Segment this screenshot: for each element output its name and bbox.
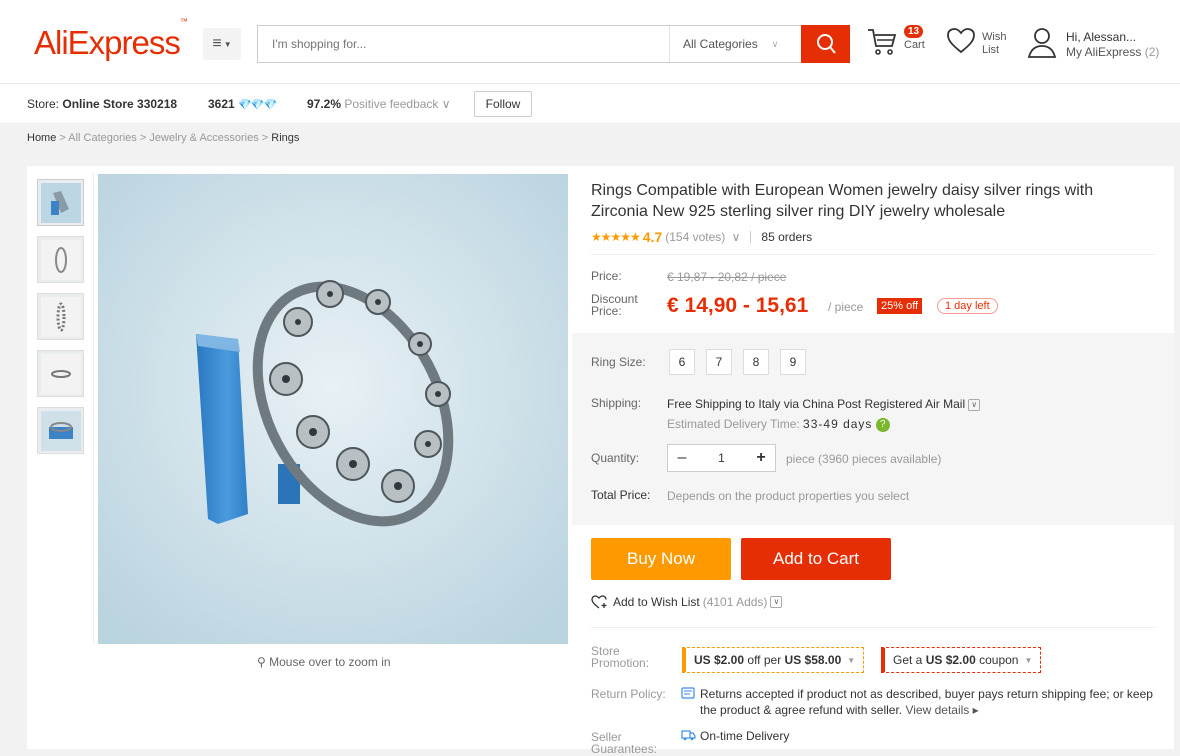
- delivery-truck-icon: [681, 730, 696, 741]
- caret-down-icon: ▼: [847, 655, 856, 665]
- store-promotion-label: Store Promotion:: [591, 644, 650, 670]
- quantity-label: Quantity:: [591, 451, 640, 465]
- breadcrumb-rings[interactable]: Rings: [271, 132, 299, 144]
- gallery-divider: [93, 174, 94, 644]
- chevron-down-icon: ∨: [441, 97, 451, 111]
- quantity-stepper: – 1 +: [667, 444, 776, 472]
- zoom-hint: ⚲ Mouse over to zoom in: [257, 655, 391, 669]
- orders-count: 85 orders: [761, 230, 813, 244]
- message-count: (2): [1144, 45, 1160, 59]
- add-to-wishlist[interactable]: Add to Wish List (4101 Adds) ∨: [591, 595, 783, 609]
- user-greeting: Hi, Alessan...: [1066, 30, 1137, 44]
- cart-count-badge: 13: [904, 25, 924, 38]
- thumbnail-2[interactable]: [37, 236, 84, 283]
- separator: [750, 231, 752, 243]
- rating-row: ★★★★★ 4.7 (154 votes) ∨ 85 orders: [591, 229, 812, 245]
- search-bar: All Categories ∨: [257, 25, 850, 63]
- chevron-down-icon[interactable]: ∨: [968, 398, 981, 411]
- aliexpress-logo[interactable]: AliExpress™: [34, 17, 188, 62]
- original-price: € 19,87 - 20,82 / piece: [667, 270, 787, 284]
- hamburger-icon: ≡: [212, 35, 222, 52]
- chevron-down-icon[interactable]: ∨: [728, 230, 741, 244]
- image-gallery: ⚲ Mouse over to zoom in: [27, 166, 572, 749]
- follow-button[interactable]: Follow: [474, 91, 532, 117]
- estimated-delivery: Estimated Delivery Time: 33-49 days ?: [667, 417, 890, 432]
- return-policy-text: Returns accepted if product not as descr…: [700, 687, 1153, 717]
- breadcrumb-home[interactable]: Home: [27, 132, 56, 144]
- category-select[interactable]: All Categories ∨: [669, 26, 801, 62]
- search-icon: [816, 34, 836, 54]
- product-detail-panel: Rings Compatible with European Women jew…: [572, 166, 1174, 755]
- breadcrumb-all-categories[interactable]: All Categories: [68, 132, 136, 144]
- discount-badge: 25% off: [877, 298, 923, 314]
- star-rating-icon: ★★★★★: [591, 230, 641, 244]
- total-price-note: Depends on the product properties you se…: [667, 489, 910, 503]
- heart-plus-icon: [591, 595, 607, 609]
- votes-link[interactable]: (154 votes): [665, 230, 725, 244]
- ring-size-8[interactable]: 8: [743, 349, 769, 375]
- site-header: AliExpress™ ≡▼ All Categories ∨ 13 Cart W…: [0, 0, 1180, 84]
- divider: [591, 254, 1155, 255]
- on-time-delivery[interactable]: On-time Delivery: [700, 729, 789, 743]
- days-left-badge: 1 day left: [937, 298, 998, 314]
- breadcrumb: Home > All Categories > Jewelry & Access…: [27, 132, 300, 144]
- ring-size-label: Ring Size:: [591, 355, 646, 369]
- total-price-label: Total Price:: [591, 488, 651, 502]
- user-icon[interactable]: [1027, 26, 1057, 58]
- category-select-label: All Categories: [683, 37, 758, 51]
- product-title: Rings Compatible with European Women jew…: [591, 182, 1094, 220]
- ring-size-6[interactable]: 6: [669, 349, 695, 375]
- cart-label[interactable]: Cart: [904, 39, 925, 51]
- divider: [591, 627, 1155, 628]
- add-to-cart-button[interactable]: Add to Cart: [741, 538, 891, 580]
- buy-now-button[interactable]: Buy Now: [591, 538, 731, 580]
- quantity-input[interactable]: 1: [696, 445, 747, 471]
- breadcrumb-jewelry[interactable]: Jewelry & Accessories: [149, 132, 258, 144]
- product-main-image[interactable]: [98, 174, 568, 644]
- wish-list-link[interactable]: Wish List: [982, 31, 1012, 57]
- account-menu[interactable]: Hi, Alessan... My AliExpress (2): [1066, 30, 1159, 60]
- help-icon[interactable]: ?: [875, 417, 890, 432]
- return-icon: [681, 687, 695, 699]
- quantity-available: piece (3960 pieces available): [786, 452, 942, 466]
- thumbnail-3[interactable]: [37, 293, 84, 340]
- discount-price: € 14,90 - 15,61: [667, 294, 809, 317]
- ring-size-9[interactable]: 9: [780, 349, 806, 375]
- quantity-decrease-button[interactable]: –: [668, 445, 696, 471]
- store-coupon[interactable]: Get a US $2.00 coupon ▼: [881, 647, 1042, 673]
- thumbnail-1[interactable]: [37, 179, 84, 226]
- store-bar: Store: Online Store 330218 3621 💎💎💎 97.2…: [0, 84, 1180, 124]
- positive-feedback[interactable]: 97.2% Positive feedback ∨: [307, 97, 451, 111]
- store-promotion-discount[interactable]: US $2.00 off per US $58.00 ▼: [682, 647, 865, 673]
- chevron-down-icon: ∨: [771, 38, 779, 49]
- ring-size-7[interactable]: 7: [706, 349, 732, 375]
- chevron-down-icon[interactable]: ∨: [770, 596, 783, 608]
- search-input[interactable]: [258, 26, 668, 62]
- quantity-increase-button[interactable]: +: [747, 445, 775, 471]
- magnifier-icon: ⚲: [257, 655, 266, 669]
- search-button[interactable]: [801, 25, 850, 63]
- view-details-link[interactable]: View details ▸: [905, 703, 978, 717]
- store-label: Store: Online Store 330218: [27, 97, 178, 111]
- caret-down-icon: ▼: [1024, 655, 1033, 665]
- category-menu-button[interactable]: ≡ ▼: [203, 28, 241, 60]
- heart-icon[interactable]: [946, 26, 976, 56]
- per-piece-label: / piece: [828, 300, 864, 314]
- caret-down-icon: ▼: [223, 39, 232, 49]
- discount-price-label: Discount Price:: [591, 292, 638, 318]
- price-label: Price:: [591, 269, 622, 283]
- seller-guarantees-label: Seller Guarantees:: [591, 730, 658, 756]
- store-name-link[interactable]: Online Store 330218: [62, 97, 177, 111]
- diamond-icon: 💎💎💎: [238, 99, 277, 111]
- return-policy-label: Return Policy:: [591, 687, 666, 701]
- thumbnail-4[interactable]: [37, 350, 84, 397]
- shipping-method[interactable]: Free Shipping to Italy via China Post Re…: [667, 397, 981, 411]
- shipping-label: Shipping:: [591, 396, 642, 410]
- thumbnail-5[interactable]: [37, 407, 84, 454]
- store-score[interactable]: 3621 💎💎💎: [208, 97, 277, 111]
- my-aliexpress-link[interactable]: My AliExpress: [1066, 45, 1141, 59]
- cart-icon[interactable]: [866, 26, 898, 58]
- rating-value: 4.7: [642, 229, 663, 245]
